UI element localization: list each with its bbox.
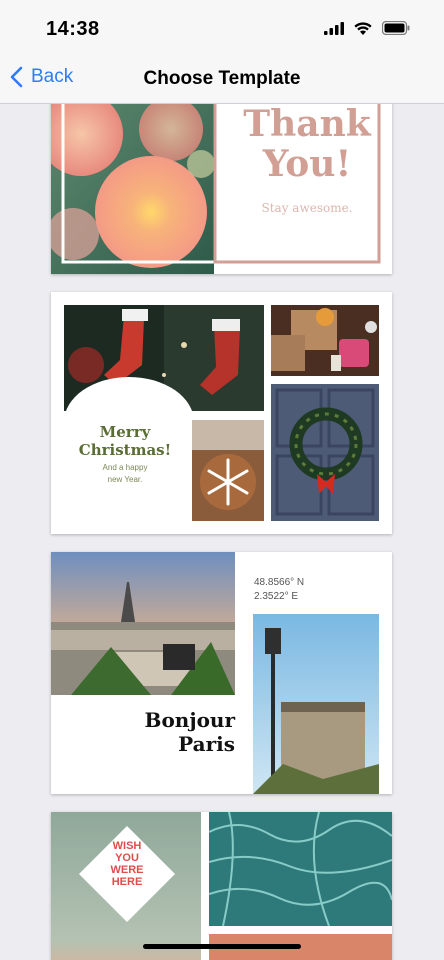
template-title-line2: Paris — [178, 732, 235, 756]
cookie-photo — [192, 420, 264, 521]
template-title-line1: Bonjour — [144, 708, 235, 732]
template-card-wish-you-were-here[interactable]: WISH YOU WERE HERE — [51, 812, 392, 960]
pool-water-photo — [209, 812, 392, 926]
badge-line-2: YOU — [115, 852, 139, 864]
badge-line-1: WISH — [112, 840, 142, 852]
paris-skyline-photo — [51, 552, 235, 695]
coordinate-lon: 2.3522° E — [254, 591, 299, 602]
template-subtitle: Stay awesome. — [261, 201, 353, 215]
template-card-paris[interactable]: 48.8566° N 2.3522° E Bonjour Paris — [51, 552, 392, 794]
coordinate-lat: 48.8566° N — [254, 577, 305, 588]
gift-box-photo — [271, 305, 379, 376]
template-card-christmas[interactable]: Merry Christmas! And a happy new Year. — [51, 292, 392, 534]
template-title-line1: Merry — [99, 423, 151, 441]
template-card-thank-you[interactable]: Thank You! Stay awesome. — [51, 104, 392, 274]
street-lamp-photo — [253, 614, 379, 794]
template-list[interactable]: Thank You! Stay awesome. Merry Christmas… — [0, 104, 444, 960]
badge-line-3: WERE — [110, 864, 144, 876]
wreath-door-photo — [271, 384, 379, 521]
template-title-line2: You! — [262, 143, 352, 185]
wifi-icon — [354, 21, 372, 35]
page-title: Choose Template — [143, 68, 301, 89]
signal-icon — [324, 21, 344, 35]
template-subtitle-line2: new Year. — [107, 475, 143, 484]
template-title-line1: Thank — [243, 104, 371, 145]
badge-line-4: HERE — [111, 876, 143, 888]
navigation-bar: Back Choose Template — [0, 56, 444, 104]
battery-icon — [382, 21, 410, 35]
template-subtitle-line1: And a happy — [102, 463, 148, 472]
template-title-line2: Christmas! — [78, 441, 172, 459]
home-indicator[interactable] — [143, 944, 301, 949]
dahlia-photo — [51, 104, 214, 274]
status-bar: 14:38 — [0, 0, 444, 56]
status-icons — [324, 21, 410, 35]
status-time: 14:38 — [46, 18, 100, 40]
